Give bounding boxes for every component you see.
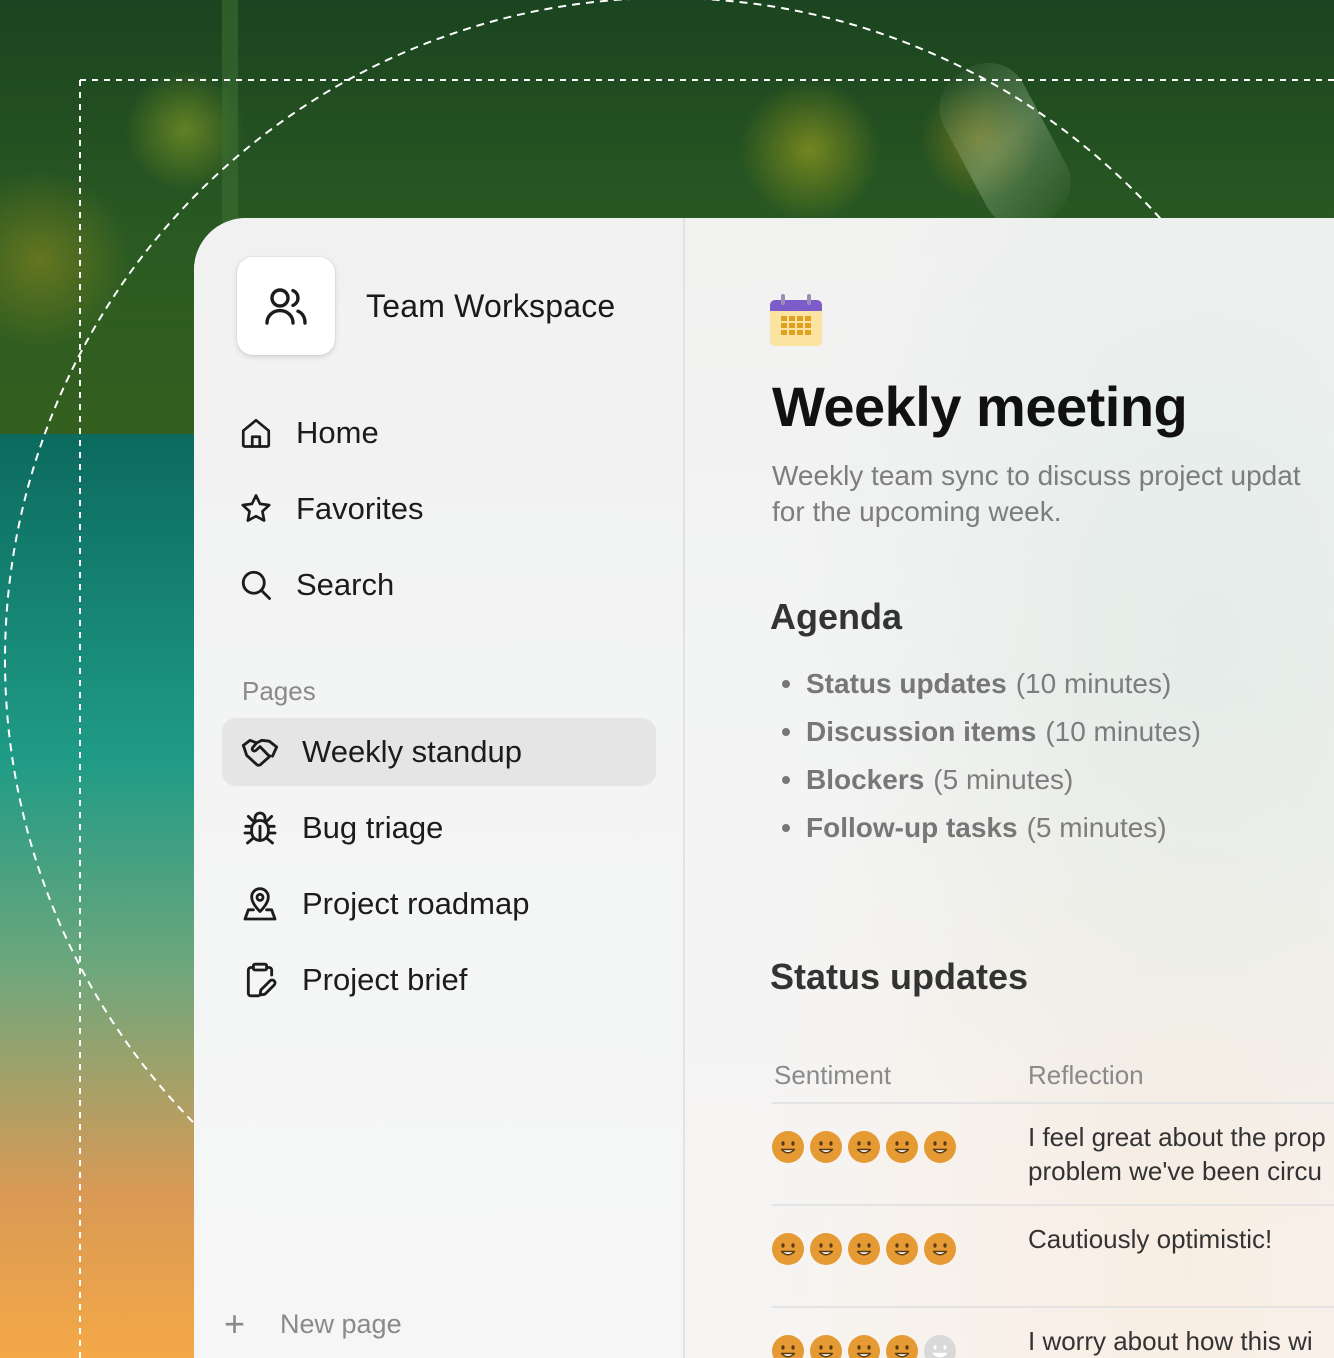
bullet [782, 776, 790, 784]
agenda-item-title: Status updates [806, 668, 1007, 699]
agenda-item[interactable]: Discussion items (10 minutes) [782, 708, 1201, 756]
app-window: Team Workspace Home Favorites Search Pag… [194, 218, 1334, 1358]
page-title[interactable]: Weekly meeting [772, 374, 1188, 439]
smiley-face-icon [886, 1233, 918, 1265]
smiley-face-icon [810, 1233, 842, 1265]
page-item-bug-triage[interactable]: Bug triage [222, 794, 656, 862]
page-label: Weekly standup [302, 734, 522, 769]
smiley-face-icon [924, 1131, 956, 1163]
smiley-face-icon [772, 1131, 804, 1163]
status-heading[interactable]: Status updates [770, 956, 1028, 998]
agenda-item-duration: (5 minutes) [1026, 812, 1167, 843]
smiley-face-empty-icon [924, 1335, 956, 1358]
plus-icon: + [224, 1303, 246, 1344]
reflection-line: Cautiously optimistic! [1028, 1224, 1273, 1254]
smiley-face-icon [848, 1131, 880, 1163]
background-stem [222, 0, 238, 240]
column-header-reflection[interactable]: Reflection [1028, 1060, 1144, 1091]
smiley-face-icon [772, 1233, 804, 1265]
agenda-item-duration: (5 minutes) [933, 764, 1074, 795]
reflection-line: I worry about how this wi [1028, 1326, 1313, 1356]
page-label: Bug triage [302, 810, 444, 845]
page-description[interactable]: Weekly team sync to discuss project upda… [772, 458, 1334, 530]
table-divider [772, 1204, 1334, 1206]
page-description-line: for the upcoming week. [772, 496, 1062, 527]
nav-label: Favorites [296, 491, 424, 526]
page-item-project-roadmap[interactable]: Project roadmap [222, 870, 656, 938]
sidebar: Team Workspace Home Favorites Search Pag… [194, 218, 685, 1358]
reflection-line: I feel great about the prop [1028, 1122, 1326, 1152]
clipboard-edit-icon [246, 962, 277, 998]
agenda-item[interactable]: Blockers (5 minutes) [782, 756, 1201, 804]
table-divider [772, 1102, 1334, 1104]
smiley-face-icon [848, 1335, 880, 1358]
reflection-cell[interactable]: I feel great about the prop problem we'v… [1028, 1120, 1334, 1188]
agenda-item-title: Follow-up tasks [806, 812, 1018, 843]
smiley-face-icon [886, 1131, 918, 1163]
smiley-face-icon [810, 1335, 842, 1358]
agenda-item-title: Discussion items [806, 716, 1037, 747]
home-icon [241, 418, 271, 448]
agenda-item-duration: (10 minutes) [1015, 668, 1172, 699]
column-header-sentiment[interactable]: Sentiment [774, 1060, 891, 1091]
bug-icon [243, 811, 277, 845]
agenda-item[interactable]: Status updates (10 minutes) [782, 660, 1201, 708]
sentiment-rating[interactable] [772, 1335, 962, 1358]
reflection-cell[interactable]: I worry about how this wi [1028, 1324, 1334, 1358]
users-icon [265, 288, 307, 325]
page-label: Project brief [302, 962, 468, 997]
agenda-heading[interactable]: Agenda [770, 596, 902, 638]
page-label: Project roadmap [302, 886, 530, 921]
smiley-face-icon [886, 1335, 918, 1358]
new-page-label: New page [280, 1308, 402, 1339]
table-divider [772, 1306, 1334, 1308]
agenda-item-duration: (10 minutes) [1045, 716, 1201, 747]
nav-item-favorites[interactable]: Favorites [238, 484, 423, 534]
handshake-icon [241, 738, 279, 767]
smiley-face-icon [772, 1335, 804, 1358]
nav-item-search[interactable]: Search [238, 560, 394, 610]
workspace-avatar[interactable] [237, 257, 335, 355]
smiley-face-icon [848, 1233, 880, 1265]
nav-label: Search [296, 567, 395, 602]
star-icon [241, 494, 271, 522]
background-gradient [0, 434, 194, 1358]
agenda-item-title: Blockers [806, 764, 925, 795]
reflection-cell[interactable]: Cautiously optimistic! [1028, 1222, 1334, 1256]
search-icon [241, 570, 271, 600]
bullet [782, 728, 790, 736]
sentiment-rating[interactable] [772, 1233, 962, 1265]
reflection-line: problem we've been circu [1028, 1156, 1322, 1186]
bullet [782, 824, 790, 832]
bullet [782, 680, 790, 688]
smiley-face-icon [924, 1233, 956, 1265]
new-page-button[interactable]: + New page [224, 1302, 402, 1346]
page-item-project-brief[interactable]: Project brief [222, 946, 656, 1014]
agenda-list: Status updates (10 minutes) Discussion it… [782, 660, 1201, 852]
document-area: Weekly meeting Weekly team sync to discu… [687, 218, 1334, 1358]
page-item-weekly-standup[interactable]: Weekly standup [222, 718, 656, 786]
agenda-item[interactable]: Follow-up tasks (5 minutes) [782, 804, 1201, 852]
sentiment-rating[interactable] [772, 1131, 962, 1163]
nav-item-home[interactable]: Home [238, 408, 379, 458]
calendar-icon[interactable] [770, 294, 822, 346]
map-pin-icon [243, 887, 277, 921]
smiley-face-icon [810, 1131, 842, 1163]
pages-heading: Pages [242, 676, 316, 706]
page-description-line: Weekly team sync to discuss project upda… [772, 460, 1301, 491]
nav-label: Home [296, 415, 379, 450]
workspace-title[interactable]: Team Workspace [366, 288, 615, 325]
